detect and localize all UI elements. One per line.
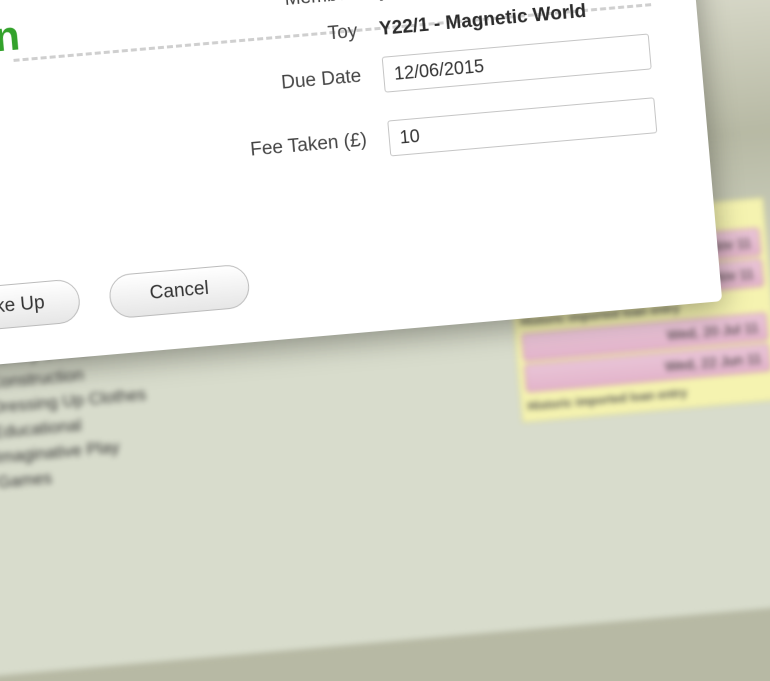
toy-value: Y22/1 - Magnetic World <box>378 1 587 41</box>
due-date-input[interactable] <box>382 33 652 92</box>
take-up-button[interactable]: Take Up <box>0 278 82 334</box>
toy-label: Toy <box>217 21 358 55</box>
member-label: Member <box>214 0 355 17</box>
due-date-label: Due Date <box>221 66 362 100</box>
member-value: (none) <box>375 0 435 2</box>
loan-form: Member (none) Toy Y22/1 - Magnetic World <box>214 0 659 187</box>
fee-taken-input[interactable] <box>387 97 657 156</box>
cancel-button[interactable]: Cancel <box>108 263 251 319</box>
fee-taken-label: Fee Taken (£) <box>226 129 367 163</box>
